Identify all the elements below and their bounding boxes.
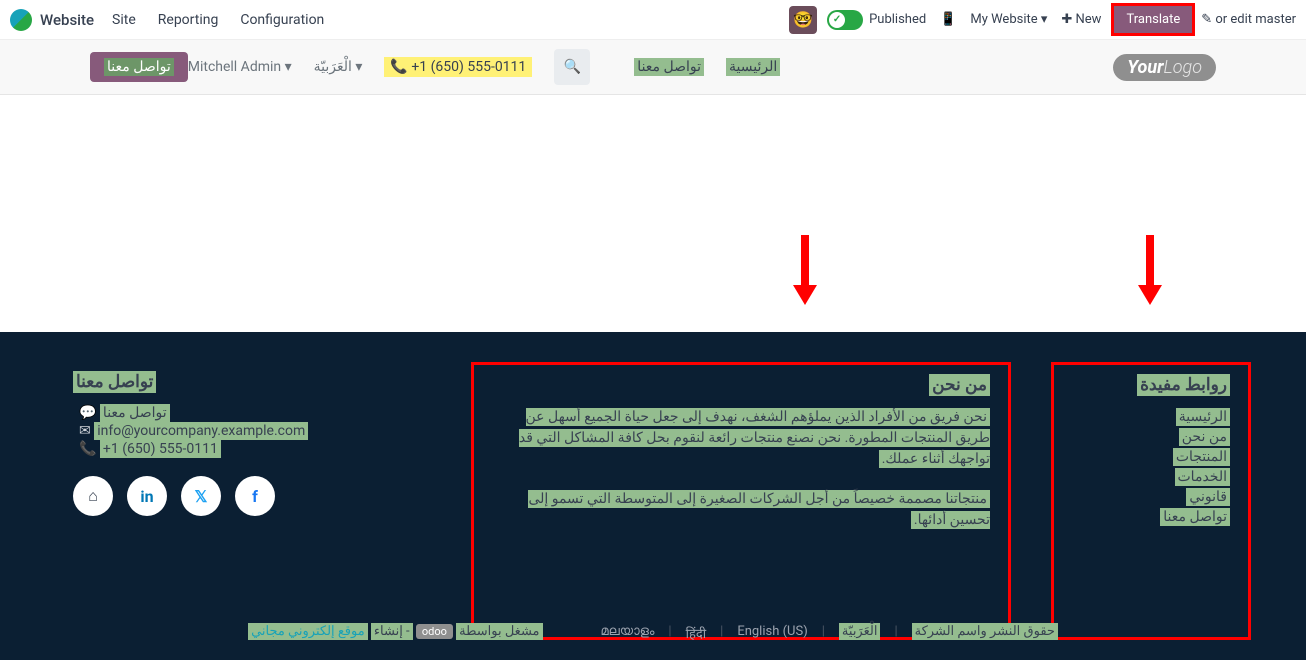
site-logo[interactable]: YourLogo [1113,54,1216,81]
contact-email[interactable]: ✉ info@yourcompany.example.com [73,422,413,440]
config-menu[interactable]: Configuration [240,12,324,28]
about-p1: نحن فريق من الأفراد الذين يملؤهم الشغف، … [492,407,990,470]
useful-links-column: روابط مفيدة الرئيسية من نحن المنتجات الخ… [1051,362,1251,640]
email-icon: ✉ [79,423,91,439]
lang-ar[interactable]: الْعَرَبيّة [839,624,881,642]
content-area [0,95,1306,332]
new-button[interactable]: ✚ New [1061,12,1101,27]
lang-hi[interactable]: हिंदी [686,624,707,642]
contact-button[interactable]: تواصل معنا [90,52,188,82]
social-row: ⌂ in 𝕏 f [73,476,413,516]
translate-button[interactable]: Translate [1111,3,1195,36]
powered-by: مشغل بواسطة odoo - إنشاء موقع إلكتروني م… [248,624,542,642]
lang-dropdown[interactable]: الْعَرَبيّة ▾ [314,59,363,75]
published-label: Published [869,12,926,27]
header-phone[interactable]: 📞 +1 (650) 555-0111 [384,59,532,75]
link-item[interactable]: قانوني [1072,487,1230,507]
link-item[interactable]: الخدمات [1072,467,1230,487]
chat-icon: 💬 [79,405,96,421]
annotation-arrow [795,235,815,305]
lang-en[interactable]: English (US) [737,624,807,642]
link-item[interactable]: تواصل معنا [1072,507,1230,527]
linkedin-icon[interactable]: in [127,476,167,516]
about-title: من نحن [492,375,990,395]
odoo-badge-icon[interactable]: odoo [416,624,453,639]
mysite-dropdown[interactable]: My Website ▾ [970,12,1047,27]
nav-home[interactable]: الرئيسية [726,59,780,75]
phone-icon: 📞 [79,441,96,457]
facebook-icon[interactable]: f [235,476,275,516]
search-button[interactable]: 🔍 [554,49,590,85]
contact-phone[interactable]: 📞 +1 (650) 555-0111 [73,440,413,458]
contact-column: تواصل معنا 💬 تواصل معنا ✉ info@yourcompa… [55,362,431,640]
link-item[interactable]: الرئيسية [1072,407,1230,427]
lang-ml[interactable]: മലയാളം [601,624,655,642]
contact-us-link[interactable]: 💬 تواصل معنا [73,404,413,422]
site-header: YourLogo الرئيسية تواصل معنا 🔍 📞 +1 (650… [0,40,1306,95]
edit-master-button[interactable]: ✎ or edit master [1201,12,1296,27]
mobile-icon[interactable]: 📱 [940,12,956,27]
twitter-icon[interactable]: 𝕏 [181,476,221,516]
odoo-logo-icon [10,9,32,31]
links-list: الرئيسية من نحن المنتجات الخدمات قانوني … [1072,407,1230,527]
app-name[interactable]: Website [40,11,94,29]
annotation-arrow [1140,235,1160,305]
link-item[interactable]: من نحن [1072,427,1230,447]
about-column: من نحن نحن فريق من الأفراد الذين يملؤهم … [471,362,1011,640]
topbar: Website Site Reporting Configuration 🤓 ✓… [0,0,1306,40]
published-toggle[interactable]: ✓ [827,10,863,30]
reporting-menu[interactable]: Reporting [158,12,219,28]
links-title: روابط مفيدة [1072,375,1230,395]
admin-dropdown[interactable]: Mitchell Admin ▾ [188,59,292,75]
link-item[interactable]: المنتجات [1072,447,1230,467]
contact-title: تواصل معنا [73,372,413,392]
copyright: حقوق النشر واسم الشركة [912,624,1058,642]
about-p2: منتجاتنا مصممة خصيصاً من أجل الشركات الص… [492,489,990,531]
site-menu[interactable]: Site [112,12,136,28]
footer-bottom: حقوق النشر واسم الشركة | الْعَرَبيّة | E… [0,624,1306,642]
footer: روابط مفيدة الرئيسية من نحن المنتجات الخ… [0,332,1306,660]
avatar[interactable]: 🤓 [789,6,817,34]
nav-contact[interactable]: تواصل معنا [634,59,704,75]
home-social-icon[interactable]: ⌂ [73,476,113,516]
